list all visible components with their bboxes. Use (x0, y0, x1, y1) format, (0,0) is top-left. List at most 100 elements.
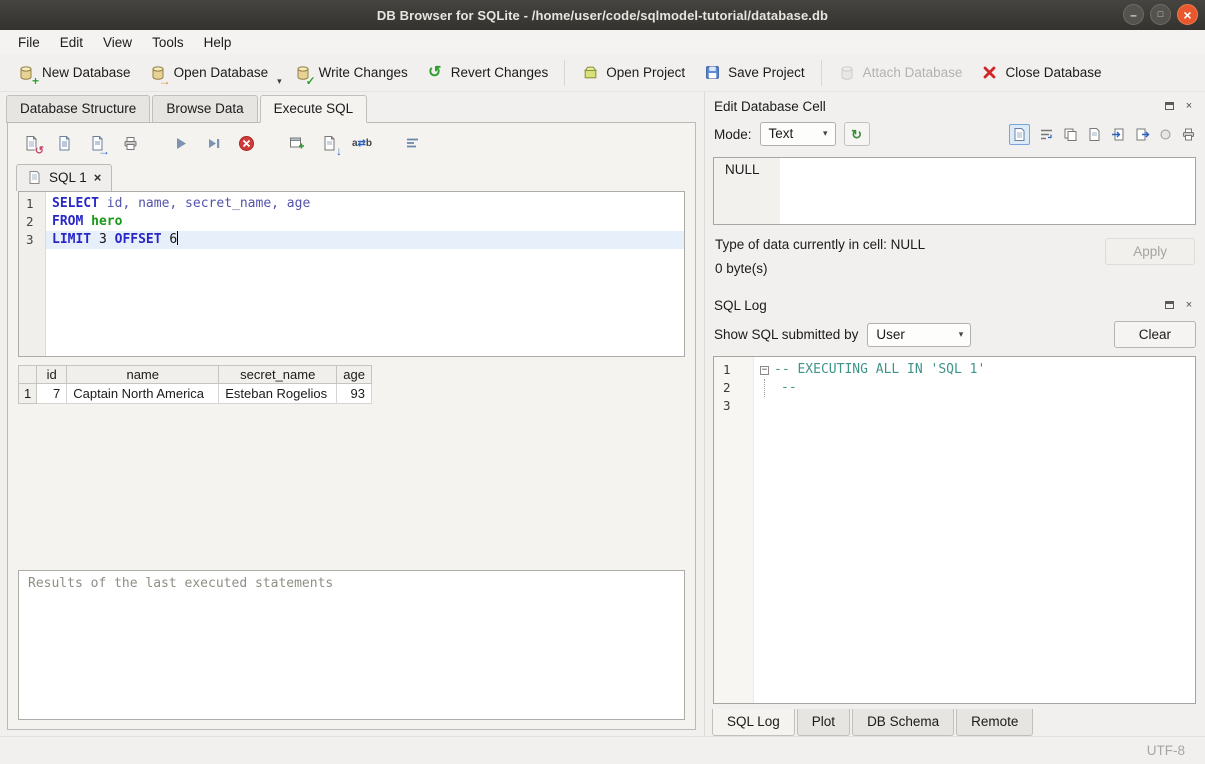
right-pane: Edit Database Cell × Mode: Text ▾ ↻ (704, 92, 1205, 736)
revert-changes-button[interactable]: ↺ Revert Changes (417, 59, 558, 87)
mode-value: Text (769, 126, 794, 141)
table-row: 1 7 Captain North America Esteban Rogeli… (19, 384, 372, 404)
import-data-button[interactable] (1111, 127, 1126, 142)
set-null-button[interactable] (1159, 128, 1172, 141)
tab-sql-log[interactable]: SQL Log (712, 709, 795, 736)
sql-tab-close-icon[interactable]: × (94, 170, 102, 185)
open-new-tab-button[interactable] (285, 132, 307, 154)
stop-button[interactable] (235, 132, 257, 154)
window-title: DB Browser for SQLite - /home/user/code/… (0, 8, 1205, 23)
paste-button[interactable] (1087, 127, 1102, 142)
new-database-button[interactable]: + New Database (8, 59, 140, 87)
cell-editor[interactable]: NULL (713, 157, 1196, 225)
tab-plot[interactable]: Plot (797, 709, 850, 736)
encoding-indicator: UTF-8 (1147, 743, 1185, 758)
results-corner-header[interactable] (19, 366, 37, 384)
column-header-name[interactable]: name (67, 366, 219, 384)
sql-editor[interactable]: 1 2 3 SELECT id, name, secret_name, age … (18, 191, 685, 357)
float-icon (1165, 102, 1174, 110)
open-database-label: Open Database (174, 65, 269, 80)
sql-log-float-button[interactable] (1162, 298, 1176, 312)
execute-line-button[interactable] (202, 132, 224, 154)
open-project-button[interactable]: Open Project (572, 59, 694, 87)
cell-info-area: Type of data currently in cell: NULL 0 b… (705, 229, 1205, 291)
menu-file[interactable]: File (8, 32, 50, 53)
close-database-button[interactable]: Close Database (971, 59, 1110, 87)
copy-button[interactable] (1063, 127, 1078, 142)
log-filter-combobox[interactable]: User ▾ (867, 323, 971, 347)
titlebar: DB Browser for SQLite - /home/user/code/… (0, 0, 1205, 30)
editor-code-area[interactable]: SELECT id, name, secret_name, age FROM h… (46, 192, 684, 356)
text-mode-button[interactable] (1009, 124, 1030, 145)
save-results-icon: ↓ (320, 134, 338, 152)
results-grid-area: id name secret_name age 1 7 Captain Nort… (8, 357, 695, 566)
sql-editor-tab-bar: SQL 1 × (8, 159, 695, 191)
save-project-button[interactable]: Save Project (694, 59, 814, 87)
log-filter-label: Show SQL submitted by (714, 327, 858, 342)
tab-execute-sql[interactable]: Execute SQL (260, 95, 368, 123)
save-sql-file-as-button[interactable]: → (86, 132, 108, 154)
format-sql-button[interactable] (401, 132, 423, 154)
write-changes-label: Write Changes (319, 65, 408, 80)
tab-database-structure[interactable]: Database Structure (6, 95, 150, 123)
column-header-age[interactable]: age (337, 366, 372, 384)
column-header-secret-name[interactable]: secret_name (219, 366, 337, 384)
auto-apply-button[interactable]: ↻ (844, 122, 870, 146)
attach-database-button[interactable]: Attach Database (829, 59, 972, 87)
tab-browse-data[interactable]: Browse Data (152, 95, 257, 123)
open-sql-file-button[interactable]: ↺ (20, 132, 42, 154)
word-wrap-button[interactable] (1039, 127, 1054, 142)
sql-log-close-button[interactable]: × (1182, 298, 1196, 312)
cell-name[interactable]: Captain North America (67, 384, 219, 404)
open-sql-file-icon: ↺ (22, 134, 40, 152)
menu-help[interactable]: Help (194, 32, 242, 53)
sql-editor-tab[interactable]: SQL 1 × (16, 164, 112, 191)
edit-cell-float-button[interactable] (1162, 99, 1176, 113)
column-header-id[interactable]: id (37, 366, 67, 384)
tab-db-schema[interactable]: DB Schema (852, 709, 954, 736)
execute-all-icon (171, 134, 189, 152)
statusbar: UTF-8 (0, 736, 1205, 764)
write-changes-button[interactable]: ✓ Write Changes (285, 59, 417, 87)
open-database-button[interactable]: → Open Database (140, 59, 278, 87)
minimize-button[interactable]: – (1123, 4, 1144, 25)
find-replace-button[interactable]: a⇄b (351, 132, 373, 154)
print-button[interactable] (119, 132, 141, 154)
editor-line: SELECT id, name, secret_name, age (46, 195, 684, 213)
execute-all-button[interactable] (169, 132, 191, 154)
editor-line: FROM hero (46, 213, 684, 231)
sql-log-title: SQL Log (714, 298, 767, 313)
cell-secret-name[interactable]: Esteban Rogelios (219, 384, 337, 404)
left-pane: Database Structure Browse Data Execute S… (0, 92, 704, 736)
row-number-cell[interactable]: 1 (19, 384, 37, 404)
close-database-label: Close Database (1005, 65, 1101, 80)
menu-view[interactable]: View (93, 32, 142, 53)
format-sql-icon (403, 134, 421, 152)
print-icon (121, 134, 139, 152)
editor-line-numbers: 1 2 3 (19, 192, 46, 356)
export-data-button[interactable] (1135, 127, 1150, 142)
maximize-button[interactable]: □ (1150, 4, 1171, 25)
open-database-icon: → (149, 64, 167, 82)
execute-sql-panel: ↺ → (7, 122, 696, 730)
tab-remote[interactable]: Remote (956, 709, 1033, 736)
save-project-icon (703, 64, 721, 82)
save-sql-file-button[interactable] (53, 132, 75, 154)
edit-cell-close-button[interactable]: × (1182, 99, 1196, 113)
menu-edit[interactable]: Edit (50, 32, 93, 53)
apply-button[interactable]: Apply (1105, 238, 1195, 265)
sql-log-controls: Show SQL submitted by User ▾ Clear (705, 315, 1205, 351)
clear-log-button[interactable]: Clear (1114, 321, 1196, 348)
edit-cell-header: Edit Database Cell × (705, 92, 1205, 116)
close-button[interactable]: × (1177, 4, 1198, 25)
collapse-marker-icon[interactable]: − (760, 366, 769, 375)
results-table: id name secret_name age 1 7 Captain Nort… (18, 365, 372, 404)
mode-combobox[interactable]: Text ▾ (760, 122, 836, 146)
print-cell-button[interactable] (1181, 127, 1196, 142)
open-database-menu-arrow[interactable]: ▾ (274, 72, 285, 91)
save-results-button[interactable]: ↓ (318, 132, 340, 154)
float-icon (1165, 301, 1174, 309)
menu-tools[interactable]: Tools (142, 32, 194, 53)
cell-id[interactable]: 7 (37, 384, 67, 404)
cell-age[interactable]: 93 (337, 384, 372, 404)
